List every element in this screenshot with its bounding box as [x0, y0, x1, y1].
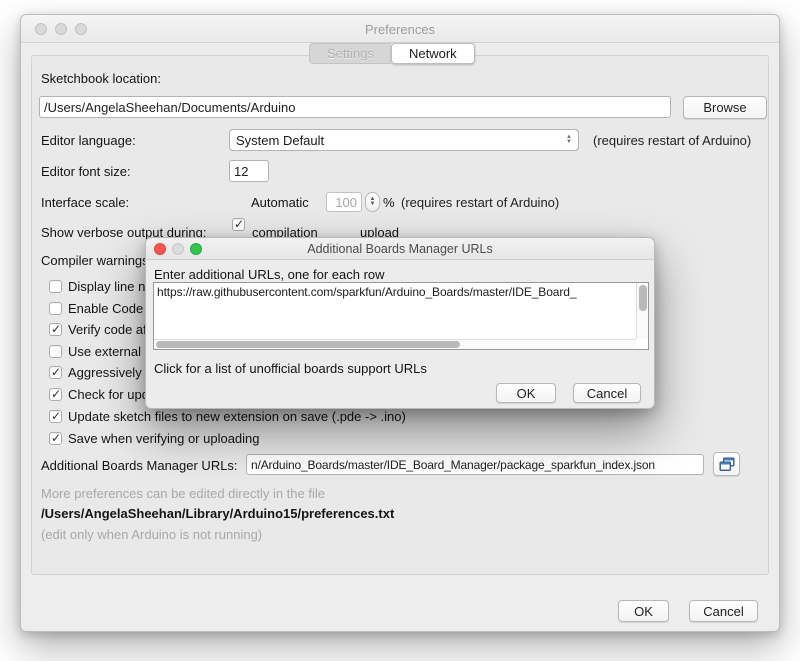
boards-manager-dialog: Additional Boards Manager URLs Enter add… [145, 237, 655, 409]
dialog-prompt: Enter additional URLs, one for each row [154, 267, 385, 282]
checkbox-row: Save when verifying or uploading [49, 431, 260, 446]
unofficial-boards-link[interactable]: Click for a list of unofficial boards su… [154, 361, 427, 376]
copy-windows-icon [719, 457, 735, 472]
interface-scale-note: (requires restart of Arduino) [401, 195, 559, 210]
dialog-ok-button[interactable]: OK [496, 383, 556, 403]
url-text: https://raw.githubusercontent.com/sparkf… [157, 285, 634, 299]
browse-button[interactable]: Browse [683, 96, 767, 119]
horizontal-scrollbar[interactable] [154, 339, 636, 349]
editor-language-value: System Default [236, 133, 324, 148]
sketchbook-location-input[interactable] [39, 96, 671, 118]
editor-language-label: Editor language: [41, 133, 136, 148]
interface-scale-label: Interface scale: [41, 195, 129, 210]
scale-percent-input[interactable] [326, 192, 362, 212]
preferences-cancel-button[interactable]: Cancel [689, 600, 758, 622]
verify-after-upload-checkbox[interactable] [49, 323, 62, 336]
update-sketch-files-checkbox[interactable] [49, 410, 62, 423]
tab-network[interactable]: Network [391, 43, 475, 64]
automatic-label: Automatic [251, 195, 309, 210]
chevron-up-down-icon: ▲▼ [566, 135, 572, 145]
display-line-numbers-checkbox[interactable] [49, 280, 62, 293]
editor-font-size-input[interactable] [229, 160, 269, 182]
compiler-warnings-label: Compiler warnings: [41, 253, 152, 268]
dialog-titlebar[interactable]: Additional Boards Manager URLs [146, 238, 654, 260]
check-updates-checkbox[interactable] [49, 388, 62, 401]
vertical-scrollbar-thumb[interactable] [639, 285, 647, 311]
preferences-tabs: Settings Network [309, 43, 475, 64]
sketchbook-location-label: Sketchbook location: [41, 71, 161, 86]
more-preferences-text: More preferences can be edited directly … [41, 486, 325, 501]
edit-only-note: (edit only when Arduino is not running) [41, 527, 262, 542]
open-urls-dialog-button[interactable] [713, 452, 740, 476]
editor-language-note: (requires restart of Arduino) [593, 133, 751, 148]
urls-textarea[interactable]: https://raw.githubusercontent.com/sparkf… [153, 282, 649, 350]
automatic-checkbox[interactable] [232, 218, 245, 231]
preferences-ok-button[interactable]: OK [618, 600, 669, 622]
editor-language-select[interactable]: System Default ▲▼ [229, 129, 579, 151]
boards-manager-urls-label: Additional Boards Manager URLs: [41, 458, 238, 473]
aggressively-cache-checkbox[interactable] [49, 366, 62, 379]
use-external-editor-checkbox[interactable] [49, 345, 62, 358]
percent-sign: % [383, 195, 395, 210]
desktop: Preferences Settings Network Sketchbook … [0, 0, 800, 661]
preferences-file-path: /Users/AngelaSheehan/Library/Arduino15/p… [41, 506, 394, 521]
save-when-verifying-checkbox[interactable] [49, 432, 62, 445]
enable-code-folding-checkbox[interactable] [49, 302, 62, 315]
checkbox-label: Update sketch files to new extension on … [68, 409, 406, 424]
dialog-cancel-button[interactable]: Cancel [573, 383, 641, 403]
editor-font-size-label: Editor font size: [41, 164, 131, 179]
checkbox-label: Save when verifying or uploading [68, 431, 260, 446]
dialog-title: Additional Boards Manager URLs [146, 242, 654, 256]
horizontal-scrollbar-thumb[interactable] [156, 341, 460, 348]
scale-stepper[interactable]: ▲▼ [365, 192, 380, 212]
tab-settings[interactable]: Settings [309, 43, 391, 64]
vertical-scrollbar[interactable] [636, 283, 648, 339]
boards-manager-urls-input[interactable] [246, 454, 704, 475]
window-title: Preferences [21, 22, 779, 37]
checkbox-row: Update sketch files to new extension on … [49, 409, 406, 424]
window-titlebar[interactable]: Preferences [21, 15, 779, 43]
